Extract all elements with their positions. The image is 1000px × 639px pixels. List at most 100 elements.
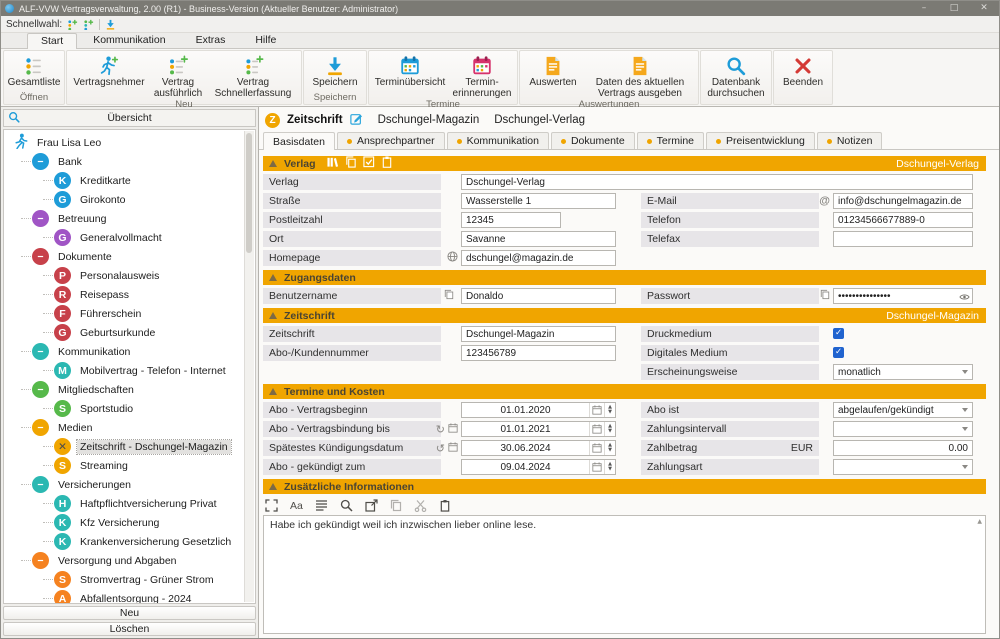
copy-icon[interactable] <box>820 289 830 303</box>
tab-hilfe[interactable]: Hilfe <box>241 32 290 48</box>
tab-preisentwicklung[interactable]: Preisentwicklung <box>706 132 815 149</box>
tree-item-führerschein[interactable]: FFührerschein <box>4 304 243 323</box>
abo-ist-select[interactable]: abgelaufen/gekündigt <box>833 402 973 418</box>
quick-save-icon[interactable] <box>105 19 116 30</box>
calendar-icon[interactable] <box>589 460 604 474</box>
tree-item-kreditkarte[interactable]: KKreditkarte <box>4 171 243 190</box>
zeitschrift-input[interactable] <box>461 326 616 342</box>
beenden-button[interactable]: Beenden <box>776 52 830 92</box>
auswerten-button[interactable]: Auswerten <box>522 52 584 99</box>
druckmedium-checkbox[interactable]: ✓ <box>833 328 844 339</box>
tree-item-geburtsurkunde[interactable]: GGeburtsurkunde <box>4 323 243 342</box>
zahlbetrag-input[interactable] <box>833 440 973 456</box>
collapse-icon[interactable]: − <box>32 153 49 170</box>
ort-input[interactable] <box>461 231 616 247</box>
tab-ansprechpartner[interactable]: Ansprechpartner <box>337 132 445 149</box>
zahlungsintervall-select[interactable] <box>833 421 973 437</box>
tree-item-reisepass[interactable]: RReisepass <box>4 285 243 304</box>
fullscreen-icon[interactable] <box>265 499 278 512</box>
notes-textarea[interactable]: Habe ich gekündigt weil ich inzwischen l… <box>263 515 986 634</box>
postleitzahl-input[interactable] <box>461 212 561 228</box>
benutzername-input[interactable] <box>461 288 616 304</box>
vertragsbindung-date-field[interactable]: 01.01.2021 ▲▼ <box>461 421 616 437</box>
tab-extras[interactable]: Extras <box>182 32 240 48</box>
tab-kommunikation[interactable]: Kommunikation <box>79 32 179 48</box>
calendar-icon[interactable] <box>448 423 458 436</box>
collapse-icon[interactable]: − <box>32 343 49 360</box>
tree-item-abfallentsorgung-2024[interactable]: AAbfallentsorgung - 2024 <box>4 589 243 604</box>
section-header[interactable]: Verlag Dschungel-Verlag <box>263 156 986 171</box>
section-header[interactable]: Zusätzliche Informationen <box>263 479 986 494</box>
homepage-input[interactable] <box>461 250 616 266</box>
section-header[interactable]: Zugangsdaten <box>263 270 986 285</box>
passwort-input[interactable] <box>833 288 973 304</box>
search-icon[interactable] <box>340 499 353 512</box>
tab-kommunikation[interactable]: Kommunikation <box>447 132 549 149</box>
vertrag-ausfuehrlich-button[interactable]: Vertrag ausführlich <box>149 52 207 99</box>
renew-icon[interactable]: ↻ <box>436 424 445 435</box>
collapse-triangle-icon[interactable] <box>269 388 277 395</box>
tree-item-bank[interactable]: −Bank <box>4 152 243 171</box>
font-size-icon[interactable]: Aa <box>290 500 303 512</box>
telefax-input[interactable] <box>833 231 973 247</box>
lines-icon[interactable] <box>315 499 328 512</box>
kuendigungsdatum-date-field[interactable]: 30.06.2024 ▲▼ <box>461 440 616 456</box>
calendar-icon[interactable] <box>589 422 604 436</box>
tree-item-versorgung-und-abgaben[interactable]: −Versorgung und Abgaben <box>4 551 243 570</box>
loeschen-button[interactable]: Löschen <box>3 622 256 636</box>
calendar-icon[interactable] <box>589 441 604 455</box>
tree-item-betreuung[interactable]: −Betreuung <box>4 209 243 228</box>
library-icon[interactable] <box>327 156 339 171</box>
collapse-triangle-icon[interactable] <box>269 274 277 281</box>
date-spinner[interactable]: ▲▼ <box>604 422 615 436</box>
collapse-icon[interactable]: − <box>32 552 49 569</box>
open-item-verlag[interactable]: Dschungel-Verlag <box>494 114 585 126</box>
clipboard-icon[interactable] <box>381 156 393 171</box>
tab-dokumente[interactable]: Dokumente <box>551 132 635 149</box>
edit-icon[interactable] <box>350 112 363 128</box>
paste-icon[interactable] <box>439 499 451 512</box>
tab-termine[interactable]: Termine <box>637 132 704 149</box>
tree-root-person[interactable]: Frau Lisa Leo <box>4 133 243 152</box>
date-spinner[interactable]: ▲▼ <box>604 403 615 417</box>
calendar-icon[interactable] <box>448 442 458 455</box>
collapse-triangle-icon[interactable] <box>269 483 277 490</box>
tree-item-krankenversicherung-gesetzlich[interactable]: KKrankenversicherung Gesetzlich <box>4 532 243 551</box>
tree-item-sportstudio[interactable]: SSportstudio <box>4 399 243 418</box>
tree-item-girokonto[interactable]: GGirokonto <box>4 190 243 209</box>
tree-item-streaming[interactable]: SStreaming <box>4 456 243 475</box>
tree-item-mitgliedschaften[interactable]: −Mitgliedschaften <box>4 380 243 399</box>
tree-item-zeitschrift-dschungel-magazin[interactable]: ✕Zeitschrift - Dschungel-Magazin <box>4 437 243 456</box>
tree-item-kommunikation[interactable]: −Kommunikation <box>4 342 243 361</box>
tab-notizen[interactable]: Notizen <box>817 132 883 149</box>
vertragsnehmer-button[interactable]: Vertragsnehmer <box>69 52 149 99</box>
date-spinner[interactable]: ▲▼ <box>604 441 615 455</box>
vertrag-schnellerfassung-button[interactable]: Vertrag Schnellerfassung <box>207 52 299 99</box>
search-icon[interactable] <box>8 111 20 126</box>
strasse-input[interactable] <box>461 193 616 209</box>
email-input[interactable] <box>833 193 973 209</box>
collapse-icon[interactable]: − <box>32 248 49 265</box>
erscheinungsweise-select[interactable]: monatlich <box>833 364 973 380</box>
minimize-button[interactable]: – <box>909 1 939 16</box>
tab-start[interactable]: Start <box>27 33 77 49</box>
copy-icon[interactable] <box>345 156 357 171</box>
collapse-triangle-icon[interactable] <box>269 160 277 167</box>
tree-item-haftpflichtversicherung-privat[interactable]: HHaftpflichtversicherung Privat <box>4 494 243 513</box>
gekuendigt-zum-date-field[interactable]: 09.04.2024 ▲▼ <box>461 459 616 475</box>
vertragsbeginn-date-field[interactable]: 01.01.2020 ▲▼ <box>461 402 616 418</box>
verlag-input[interactable] <box>461 174 973 190</box>
tree-item-mobilvertrag-telefon-internet[interactable]: MMobilvertrag - Telefon - Internet <box>4 361 243 380</box>
collapse-triangle-icon[interactable] <box>269 312 277 319</box>
tree-item-versicherungen[interactable]: −Versicherungen <box>4 475 243 494</box>
tree-item-personalausweis[interactable]: PPersonalausweis <box>4 266 243 285</box>
collapse-icon[interactable]: − <box>32 381 49 398</box>
tree-item-stromvertrag-grüner-strom[interactable]: SStromvertrag - Grüner Strom <box>4 570 243 589</box>
tree-item-dokumente[interactable]: −Dokumente <box>4 247 243 266</box>
tree-item-medien[interactable]: −Medien <box>4 418 243 437</box>
gesamtliste-button[interactable]: Gesamtliste <box>6 52 62 92</box>
tree-item-kfz-versicherung[interactable]: KKfz Versicherung <box>4 513 243 532</box>
collapse-icon[interactable]: − <box>32 210 49 227</box>
daten-ausgeben-button[interactable]: Daten des aktuellen Vertrags ausgeben <box>584 52 696 99</box>
copy-icon[interactable] <box>444 289 454 303</box>
